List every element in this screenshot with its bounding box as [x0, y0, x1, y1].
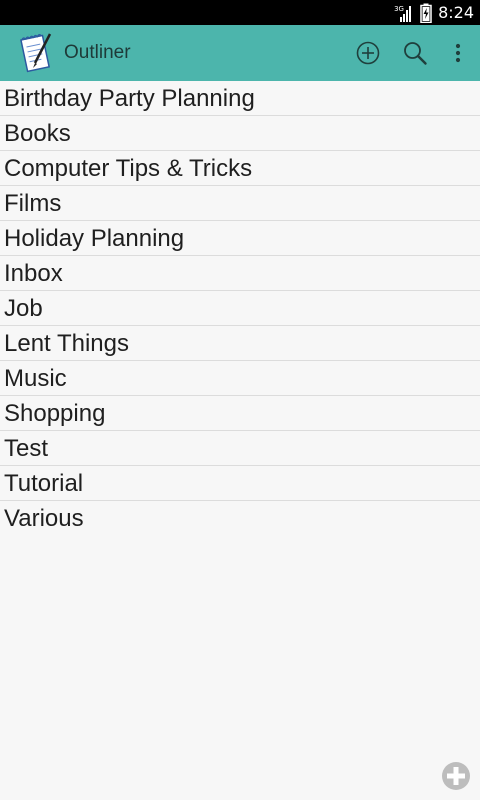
list-item[interactable]: Tutorial [0, 466, 480, 501]
list-item[interactable]: Computer Tips & Tricks [0, 151, 480, 186]
list-item[interactable]: Films [0, 186, 480, 221]
app-title: Outliner [64, 42, 131, 63]
add-outline-button[interactable] [354, 39, 382, 67]
list-item[interactable]: Inbox [0, 256, 480, 291]
outline-list: Birthday Party Planning Books Computer T… [0, 81, 480, 535]
list-item[interactable]: Birthday Party Planning [0, 81, 480, 116]
add-circle-icon [356, 41, 380, 65]
list-item[interactable]: Test [0, 431, 480, 466]
notepad-pen-icon[interactable] [20, 31, 54, 75]
status-time: 8:24 [438, 3, 474, 22]
list-item[interactable]: Various [0, 501, 480, 535]
overflow-menu-icon [455, 43, 461, 63]
list-item[interactable]: Books [0, 116, 480, 151]
signal-icon: 3G [394, 3, 414, 23]
status-bar: 3G 8:24 [0, 0, 480, 25]
list-item[interactable]: Lent Things [0, 326, 480, 361]
app-bar: Outliner [0, 25, 480, 81]
list-item[interactable]: Music [0, 361, 480, 396]
network-type-label: 3G [394, 4, 404, 13]
list-item[interactable]: Holiday Planning [0, 221, 480, 256]
search-button[interactable] [401, 39, 429, 67]
battery-icon [420, 3, 432, 23]
search-icon [404, 42, 427, 65]
status-icons: 3G 8:24 [394, 0, 474, 25]
plus-circle-icon[interactable] [441, 761, 471, 791]
overflow-menu-button[interactable] [444, 39, 472, 67]
list-item[interactable]: Shopping [0, 396, 480, 431]
list-item[interactable]: Job [0, 291, 480, 326]
